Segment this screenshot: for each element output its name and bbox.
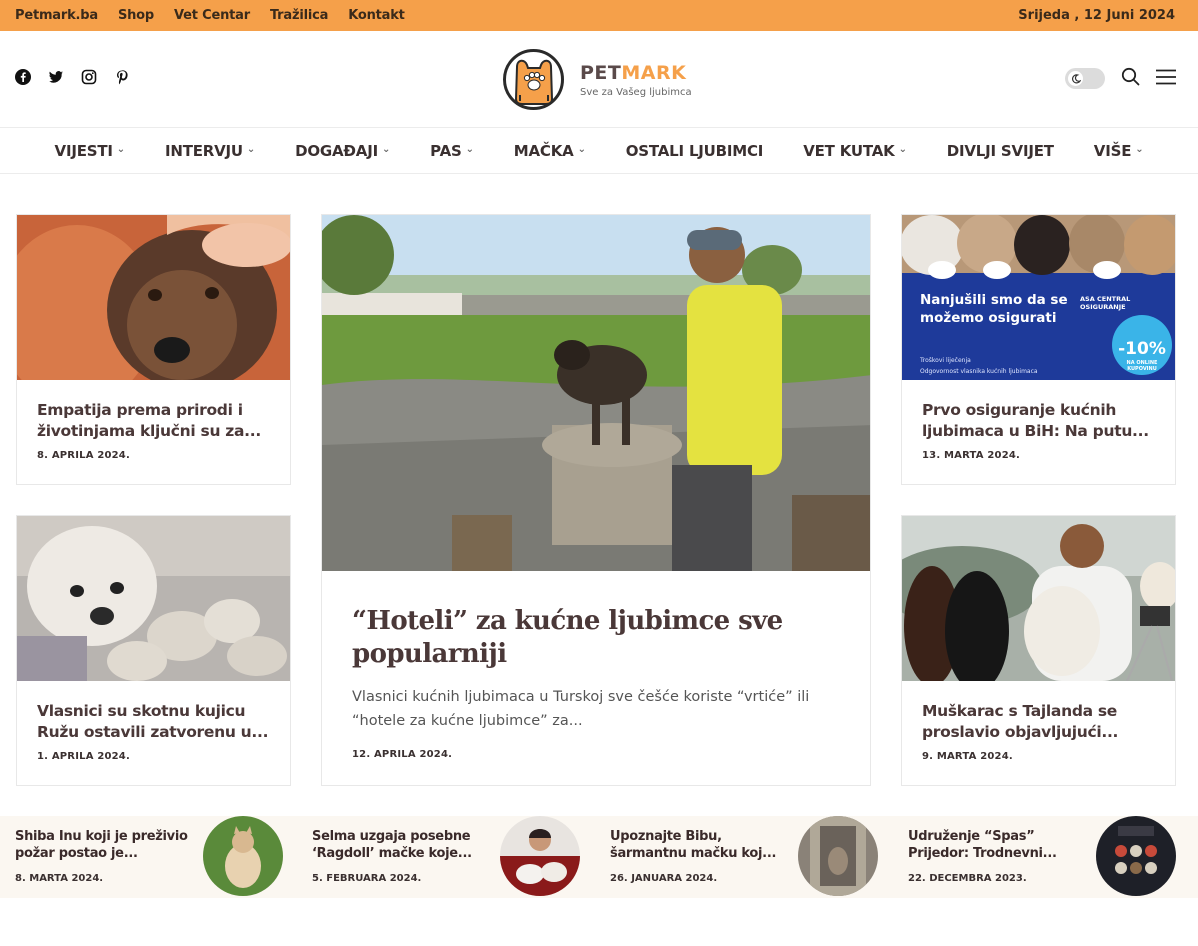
insurance-ad-image[interactable]: Nanjušili smo da se možemo osigurati ASA… xyxy=(902,215,1175,380)
ad-headline: Nanjušili smo da se možemo osigurati xyxy=(920,292,1068,326)
hamburger-menu-icon[interactable] xyxy=(1156,69,1176,89)
chevron-down-icon: ⌄ xyxy=(246,144,256,155)
site-logo[interactable]: PETMARK Sve za Vašeg ljubimca xyxy=(503,49,692,110)
top-link-vet-centar[interactable]: Vet Centar xyxy=(174,8,250,23)
chevron-down-icon: ⌄ xyxy=(116,144,125,155)
main-nav: VIJESTI ⌄ INTERVJU ⌄ DOGAĐAJI ⌄ PAS ⌄ MAČKA ⌄… xyxy=(0,128,1198,174)
article-date: 8. APRILA 2024. xyxy=(37,450,130,461)
strip-item-title[interactable]: Upoznajte Bibu, šarmantnu mačku koj... xyxy=(610,828,790,862)
article-title[interactable]: Prvo osiguranje kućnih ljubimaca u BiH: … xyxy=(922,400,1155,442)
article-title[interactable]: Empatija prema prirodi i životinjama klj… xyxy=(37,400,270,442)
social-links xyxy=(15,69,130,85)
top-link-petmark[interactable]: Petmark.ba xyxy=(15,8,98,23)
featured-article-title[interactable]: “Hoteli” za kućne ljubimce sve popularni… xyxy=(352,605,840,671)
strip-item[interactable]: Udruženje “Spas” Prijedor: Trodnevni... … xyxy=(908,816,1188,898)
strip-item-date: 5. FEBRUARA 2024. xyxy=(312,873,422,884)
strip-item-thumbnail[interactable] xyxy=(798,816,878,896)
article-image[interactable] xyxy=(17,215,290,380)
related-articles-strip: Shiba Inu koji je preživio požar postao … xyxy=(0,816,1198,898)
chevron-down-icon: ⌄ xyxy=(465,144,474,155)
article-title[interactable]: Muškarac s Tajlanda se proslavio objavlj… xyxy=(922,701,1155,743)
article-title[interactable]: Vlasnici su skotnu kujicu Ružu ostavili … xyxy=(37,701,270,743)
strip-item[interactable]: Shiba Inu koji je preživio požar postao … xyxy=(15,816,295,898)
header-actions xyxy=(1065,67,1176,90)
ad-discount-badge: -10% xyxy=(1118,339,1166,359)
ad-brand: ASA CENTRAL OSIGURANJE xyxy=(1080,295,1131,311)
featured-article-image[interactable] xyxy=(322,215,870,571)
nav-item-ostali-ljubimci[interactable]: OSTALI LJUBIMCI xyxy=(606,142,783,160)
article-card-muskarac[interactable]: Muškarac s Tajlanda se proslavio objavlj… xyxy=(901,515,1176,786)
nav-item-dogadaji[interactable]: DOGAĐAJI ⌄ xyxy=(275,142,410,160)
nav-item-vijesti[interactable]: VIJESTI ⌄ xyxy=(35,142,145,160)
article-date: 13. MARTA 2024. xyxy=(922,450,1021,461)
twitter-icon[interactable] xyxy=(48,69,64,85)
logo-tagline: Sve za Vašeg ljubimca xyxy=(580,86,692,98)
chevron-down-icon: ⌄ xyxy=(1135,144,1144,155)
facebook-icon[interactable] xyxy=(15,69,31,85)
nav-item-pas[interactable]: PAS ⌄ xyxy=(410,142,494,160)
nav-item-vet-kutak[interactable]: VET KUTAK ⌄ xyxy=(783,142,927,160)
pinterest-icon[interactable] xyxy=(114,69,130,85)
strip-item[interactable]: Selma uzgaja posebne ‘Ragdoll’ mačke koj… xyxy=(312,816,592,898)
chevron-down-icon: ⌄ xyxy=(898,144,907,155)
article-card-empatija[interactable]: Empatija prema prirodi i životinjama klj… xyxy=(16,214,291,485)
nav-item-divlji-svijet[interactable]: DIVLJI SVIJET xyxy=(927,142,1074,160)
chevron-down-icon: ⌄ xyxy=(577,144,586,155)
strip-item-date: 22. DECEMBRA 2023. xyxy=(908,873,1027,884)
strip-item-title[interactable]: Shiba Inu koji je preživio požar postao … xyxy=(15,828,195,862)
search-icon[interactable] xyxy=(1121,67,1140,90)
article-image[interactable] xyxy=(17,516,290,681)
paw-logo-icon xyxy=(503,49,564,110)
moon-icon xyxy=(1068,71,1083,86)
current-date: Srijeda , 12 Juni 2024 xyxy=(1018,8,1175,23)
ad-bullets: Troškovi liječenja Odgovornost vlasnika … xyxy=(920,357,1038,375)
strip-item-thumbnail[interactable] xyxy=(203,816,283,896)
top-links: Petmark.ba Shop Vet Centar Tražilica Kon… xyxy=(15,0,405,31)
article-date: 1. APRILA 2024. xyxy=(37,751,130,762)
top-bar: Petmark.ba Shop Vet Centar Tražilica Kon… xyxy=(0,0,1198,31)
featured-article-card[interactable]: “Hoteli” za kućne ljubimce sve popularni… xyxy=(321,214,871,786)
nav-item-macka[interactable]: MAČKA ⌄ xyxy=(494,142,606,160)
strip-item-thumbnail[interactable] xyxy=(1096,816,1176,896)
article-image[interactable] xyxy=(902,516,1175,681)
nav-item-vise[interactable]: VIŠE ⌄ xyxy=(1074,142,1164,160)
featured-article-date: 12. APRILA 2024. xyxy=(352,749,453,760)
logo-name: PETMARK xyxy=(580,61,687,84)
article-date: 9. MARTA 2024. xyxy=(922,751,1013,762)
strip-item-thumbnail[interactable] xyxy=(500,816,580,896)
site-header: PETMARK Sve za Vašeg ljubimca xyxy=(0,31,1198,128)
nav-item-intervju[interactable]: INTERVJU ⌄ xyxy=(145,142,275,160)
strip-item-date: 8. MARTA 2024. xyxy=(15,873,104,884)
strip-item-date: 26. JANUARA 2024. xyxy=(610,873,718,884)
instagram-icon[interactable] xyxy=(81,69,97,85)
top-link-kontakt[interactable]: Kontakt xyxy=(348,8,405,23)
strip-item-title[interactable]: Selma uzgaja posebne ‘Ragdoll’ mačke koj… xyxy=(312,828,492,862)
top-link-trazilica[interactable]: Tražilica xyxy=(270,8,328,23)
ad-discount-sub: NA ONLINE KUPOVINU xyxy=(1126,360,1158,372)
strip-item[interactable]: Upoznajte Bibu, šarmantnu mačku koj... 2… xyxy=(610,816,890,898)
featured-article-excerpt: Vlasnici kućnih ljubimaca u Turskoj sve … xyxy=(352,689,810,729)
chevron-down-icon: ⌄ xyxy=(381,144,391,155)
article-card-osiguranje[interactable]: Nanjušili smo da se možemo osigurati ASA… xyxy=(901,214,1176,485)
top-link-shop[interactable]: Shop xyxy=(118,8,154,23)
dark-mode-toggle[interactable] xyxy=(1065,68,1105,89)
strip-item-title[interactable]: Udruženje “Spas” Prijedor: Trodnevni... xyxy=(908,828,1088,862)
article-card-vlasnici[interactable]: Vlasnici su skotnu kujicu Ružu ostavili … xyxy=(16,515,291,786)
